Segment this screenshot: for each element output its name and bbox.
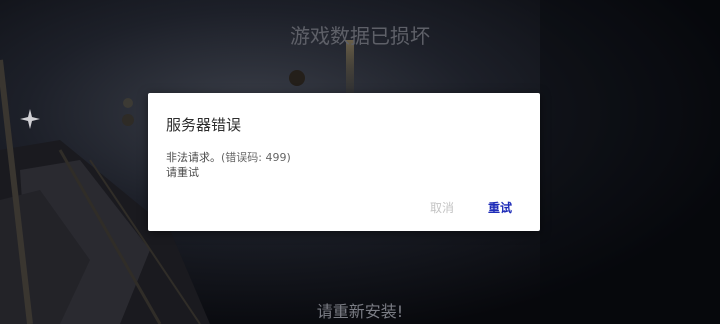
error-code: (错误码: 499) (221, 151, 291, 164)
retry-hint: 请重试 (166, 166, 199, 179)
dialog-message: 非法请求。(错误码: 499) 请重试 (166, 150, 291, 180)
error-dialog: 服务器错误 非法请求。(错误码: 499) 请重试 取消 重试 (148, 93, 540, 231)
dialog-title: 服务器错误 (166, 116, 242, 134)
message-text: 非法请求。 (166, 151, 221, 164)
retry-button[interactable]: 重试 (484, 197, 516, 218)
screen-title: 游戏数据已损坏 (290, 24, 430, 48)
reinstall-message: 请重新安装! (316, 302, 404, 321)
sparkle-icon (20, 109, 40, 129)
cancel-button[interactable]: 取消 (426, 197, 458, 218)
